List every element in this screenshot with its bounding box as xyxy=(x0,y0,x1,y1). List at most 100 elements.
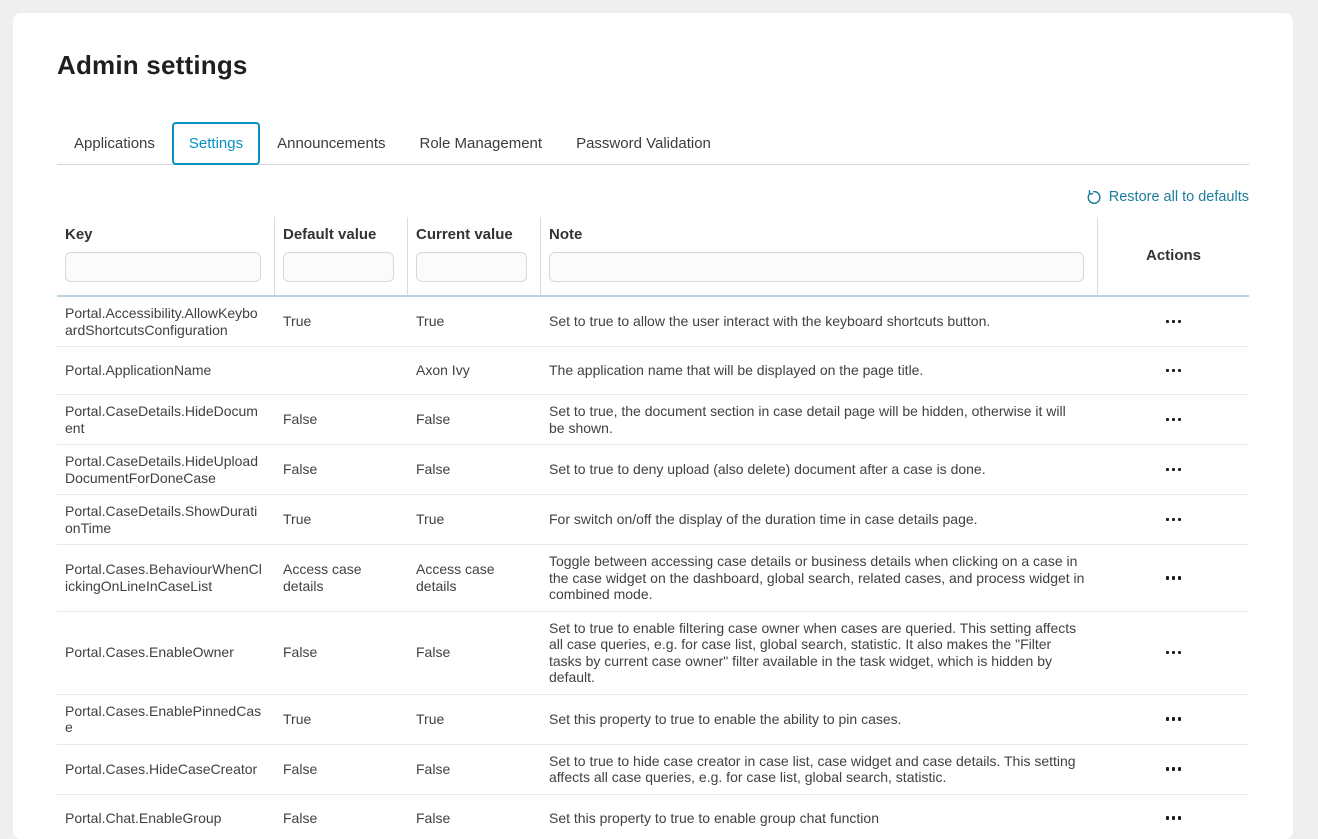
toolbar: Restore all to defaults xyxy=(57,186,1249,208)
row-actions-menu-button[interactable] xyxy=(1156,510,1192,530)
column-label-current-value: Current value xyxy=(416,226,527,244)
tab-announcements[interactable]: Announcements xyxy=(260,122,402,165)
setting-current-value: False xyxy=(408,403,541,436)
setting-key: Portal.Cases.HideCaseCreator xyxy=(57,753,275,786)
setting-default-value xyxy=(275,363,408,379)
row-actions-menu-button[interactable] xyxy=(1156,361,1192,381)
table-row: Portal.Cases.EnableOwner False False Set… xyxy=(57,612,1249,695)
column-label-note: Note xyxy=(549,226,1084,244)
setting-key: Portal.Cases.BehaviourWhenClickingOnLine… xyxy=(57,553,275,602)
ellipsis-icon xyxy=(1166,576,1170,580)
row-actions-menu-button[interactable] xyxy=(1156,568,1192,588)
setting-actions xyxy=(1098,800,1249,836)
setting-note: For switch on/off the display of the dur… xyxy=(541,503,1098,536)
table-row: Portal.Chat.EnableGroup False False Set … xyxy=(57,795,1249,839)
restore-icon xyxy=(1085,189,1102,206)
filter-current-value-input[interactable] xyxy=(416,252,527,282)
setting-actions xyxy=(1098,560,1249,596)
column-header-default-value: Default value xyxy=(275,217,408,295)
column-header-note: Note xyxy=(541,217,1098,295)
ellipsis-icon xyxy=(1166,767,1170,771)
table-row: Portal.CaseDetails.HideDocument False Fa… xyxy=(57,395,1249,445)
row-actions-menu-button[interactable] xyxy=(1156,808,1192,828)
filter-note-input[interactable] xyxy=(549,252,1084,282)
tab-bar: Applications Settings Announcements Role… xyxy=(57,122,1249,165)
setting-default-value: False xyxy=(275,802,408,835)
setting-current-value: False xyxy=(408,753,541,786)
tab-applications[interactable]: Applications xyxy=(57,122,172,165)
setting-actions xyxy=(1098,701,1249,737)
setting-default-value: False xyxy=(275,453,408,486)
setting-default-value: Access case details xyxy=(275,553,408,602)
setting-key: Portal.CaseDetails.HideDocument xyxy=(57,395,275,444)
setting-note: Set to true to allow the user interact w… xyxy=(541,305,1098,338)
column-header-key: Key xyxy=(57,217,275,295)
restore-all-label: Restore all to defaults xyxy=(1109,189,1249,205)
row-actions-menu-button[interactable] xyxy=(1156,709,1192,729)
setting-note: Set to true, the document section in cas… xyxy=(541,395,1098,444)
setting-default-value: True xyxy=(275,503,408,536)
tab-password-validation[interactable]: Password Validation xyxy=(559,122,728,165)
ellipsis-icon xyxy=(1166,369,1170,373)
table-row: Portal.CaseDetails.HideUploadDocumentFor… xyxy=(57,445,1249,495)
settings-table: Key Default value Current value Note Act… xyxy=(57,217,1249,839)
tab-role-management[interactable]: Role Management xyxy=(403,122,560,165)
setting-actions xyxy=(1098,452,1249,488)
setting-current-value: Access case details xyxy=(408,553,541,602)
table-row: Portal.ApplicationName Axon Ivy The appl… xyxy=(57,347,1249,395)
row-actions-menu-button[interactable] xyxy=(1156,643,1192,663)
setting-current-value: Axon Ivy xyxy=(408,354,541,387)
column-label-actions: Actions xyxy=(1146,247,1201,265)
restore-all-to-defaults-link[interactable]: Restore all to defaults xyxy=(1085,189,1249,206)
setting-key: Portal.Cases.EnableOwner xyxy=(57,636,275,669)
row-actions-menu-button[interactable] xyxy=(1156,410,1192,430)
table-header: Key Default value Current value Note Act… xyxy=(57,217,1249,297)
setting-note: Set this property to true to enable grou… xyxy=(541,802,1098,835)
filter-key-input[interactable] xyxy=(65,252,261,282)
setting-default-value: False xyxy=(275,403,408,436)
setting-note: The application name that will be displa… xyxy=(541,354,1098,387)
setting-default-value: True xyxy=(275,703,408,736)
setting-note: Set this property to true to enable the … xyxy=(541,703,1098,736)
setting-actions xyxy=(1098,635,1249,671)
setting-current-value: True xyxy=(408,703,541,736)
setting-current-value: False xyxy=(408,802,541,835)
column-header-actions: Actions xyxy=(1098,217,1249,295)
setting-actions xyxy=(1098,402,1249,438)
table-body: Portal.Accessibility.AllowKeyboardShortc… xyxy=(57,297,1249,839)
setting-default-value: False xyxy=(275,636,408,669)
setting-key: Portal.CaseDetails.ShowDurationTime xyxy=(57,495,275,544)
ellipsis-icon xyxy=(1166,651,1170,655)
ellipsis-icon xyxy=(1166,468,1170,472)
ellipsis-icon xyxy=(1166,320,1170,324)
setting-actions xyxy=(1098,353,1249,389)
setting-note: Set to true to hide case creator in case… xyxy=(541,745,1098,794)
ellipsis-icon xyxy=(1166,717,1170,721)
ellipsis-icon xyxy=(1166,518,1170,522)
ellipsis-icon xyxy=(1166,418,1170,422)
setting-actions xyxy=(1098,751,1249,787)
table-row: Portal.CaseDetails.ShowDurationTime True… xyxy=(57,495,1249,545)
admin-settings-card: Admin settings Applications Settings Ann… xyxy=(13,13,1293,839)
setting-current-value: True xyxy=(408,503,541,536)
setting-default-value: False xyxy=(275,753,408,786)
setting-note: Toggle between accessing case details or… xyxy=(541,545,1098,611)
tab-settings[interactable]: Settings xyxy=(172,122,260,165)
table-row: Portal.Cases.EnablePinnedCase True True … xyxy=(57,695,1249,745)
setting-note: Set to true to deny upload (also delete)… xyxy=(541,453,1098,486)
setting-current-value: True xyxy=(408,305,541,338)
setting-default-value: True xyxy=(275,305,408,338)
setting-note: Set to true to enable filtering case own… xyxy=(541,612,1098,694)
column-label-default-value: Default value xyxy=(283,226,394,244)
ellipsis-icon xyxy=(1166,816,1170,820)
setting-key: Portal.CaseDetails.HideUploadDocumentFor… xyxy=(57,445,275,494)
setting-key: Portal.Chat.EnableGroup xyxy=(57,802,275,835)
setting-actions xyxy=(1098,304,1249,340)
filter-default-value-input[interactable] xyxy=(283,252,394,282)
row-actions-menu-button[interactable] xyxy=(1156,759,1192,779)
setting-key: Portal.Accessibility.AllowKeyboardShortc… xyxy=(57,297,275,346)
table-row: Portal.Cases.BehaviourWhenClickingOnLine… xyxy=(57,545,1249,612)
row-actions-menu-button[interactable] xyxy=(1156,312,1192,332)
row-actions-menu-button[interactable] xyxy=(1156,460,1192,480)
setting-key: Portal.Cases.EnablePinnedCase xyxy=(57,695,275,744)
